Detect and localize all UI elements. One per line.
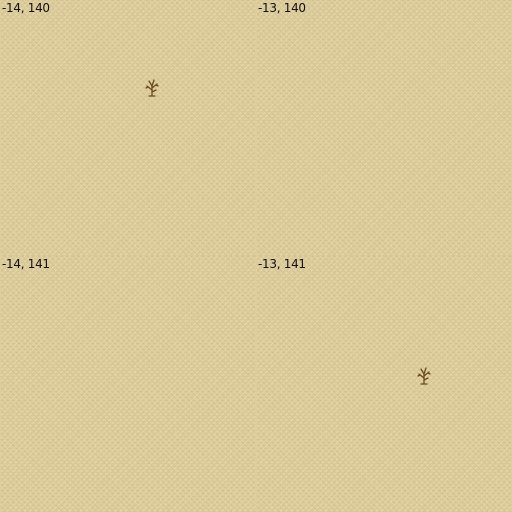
map-tile-nw[interactable]: -14, 140 — [0, 0, 256, 256]
dead-shrub-icon — [416, 367, 432, 385]
tile-coordinate-label: -14, 140 — [2, 1, 50, 15]
map-tile-ne[interactable]: -13, 140 — [256, 0, 512, 256]
dead-shrub-icon — [144, 79, 160, 97]
map-tile-sw[interactable]: -14, 141 — [0, 256, 256, 512]
map-view[interactable]: -14, 140 -13, 140 -14, 141 -13, 141 — [0, 0, 512, 512]
tile-coordinate-label: -13, 141 — [258, 257, 306, 271]
tile-coordinate-label: -14, 141 — [2, 257, 50, 271]
tile-coordinate-label: -13, 140 — [258, 1, 306, 15]
map-tile-se[interactable]: -13, 141 — [256, 256, 512, 512]
